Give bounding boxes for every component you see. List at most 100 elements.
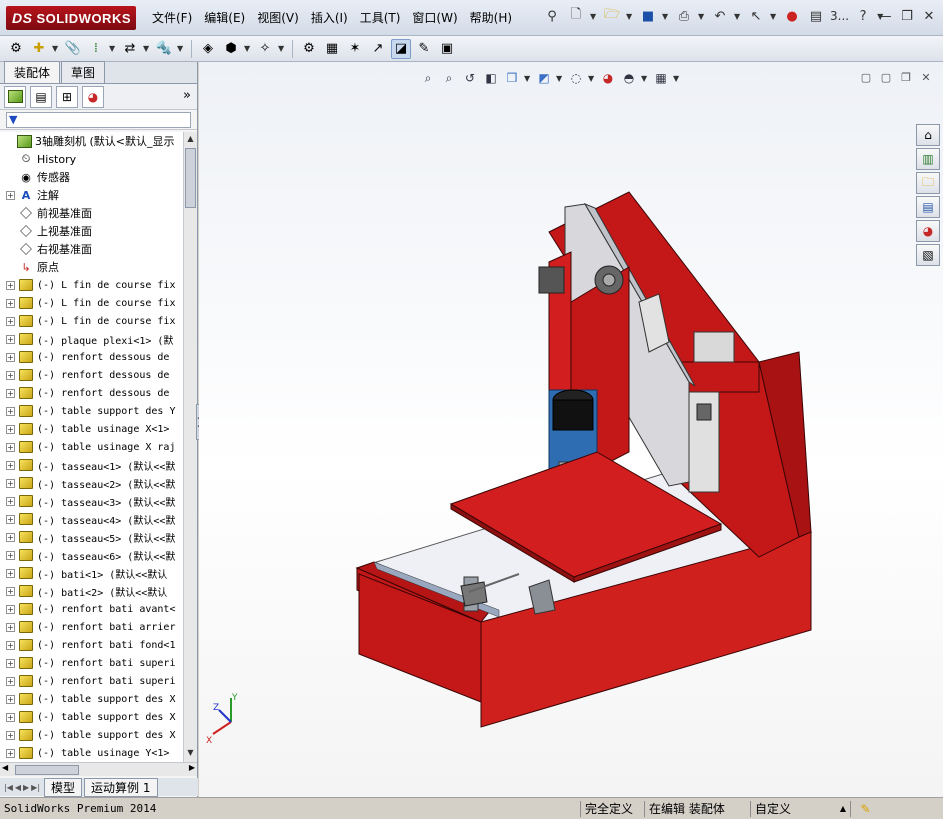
select-arrow-icon[interactable]: ↖: [746, 6, 766, 26]
assembly-features-icon[interactable]: ⬢: [221, 39, 241, 59]
fasteners-dropdown-icon[interactable]: ▼: [177, 44, 185, 53]
tree-item[interactable]: 右视基准面: [0, 240, 183, 258]
explode-line-sketch-icon[interactable]: ↗: [368, 39, 388, 59]
tree-item[interactable]: + (-) renfort bati avant<: [0, 600, 183, 618]
tree-item[interactable]: ⏲ History: [0, 150, 183, 168]
first-tab-icon[interactable]: |◀: [4, 783, 13, 792]
configuration-manager-icon[interactable]: ⊞: [56, 85, 78, 108]
menu-help[interactable]: 帮助(H): [464, 9, 518, 26]
scroll-up-icon[interactable]: ▲: [185, 134, 196, 146]
tree-item[interactable]: + (-) bati<1> (默认<<默认: [0, 564, 183, 582]
clearance-verification-icon[interactable]: ✎: [414, 39, 434, 59]
file-explorer-icon[interactable]: 🗀: [916, 172, 940, 194]
solidworks-logo[interactable]: DS SOLIDWORKS: [6, 6, 136, 30]
expand-toggle-icon[interactable]: +: [6, 190, 15, 200]
insert-components-icon[interactable]: ✚: [29, 39, 49, 59]
new-motion-study-icon[interactable]: ⚙: [299, 39, 319, 59]
undo-dropdown-icon[interactable]: ▼: [734, 12, 742, 21]
property-manager-icon[interactable]: ▤: [30, 85, 52, 108]
edit-component-icon[interactable]: ⚙: [6, 39, 26, 59]
features-dropdown-icon[interactable]: ▼: [244, 44, 252, 53]
menu-window[interactable]: 窗口(W): [406, 9, 463, 26]
bill-of-materials-icon[interactable]: ▦: [322, 39, 342, 59]
file-properties-icon[interactable]: ▤: [806, 6, 826, 26]
open-dropdown-icon[interactable]: ▼: [626, 12, 634, 21]
prev-tab-icon[interactable]: ◀: [15, 783, 21, 792]
expand-toggle-icon[interactable]: +: [6, 694, 15, 704]
tab-assembly[interactable]: 装配体: [4, 61, 61, 83]
expand-toggle-icon[interactable]: +: [6, 550, 15, 560]
tab-motion-study[interactable]: 运动算例 1: [84, 777, 158, 797]
tree-item[interactable]: + (-) tasseau<2> (默认<<默: [0, 474, 183, 492]
new-document-icon[interactable]: 🗋: [566, 6, 586, 26]
tab-model[interactable]: 模型: [44, 777, 83, 797]
mate-icon[interactable]: 📎: [63, 39, 83, 59]
menu-view[interactable]: 视图(V): [251, 9, 305, 26]
expand-toggle-icon[interactable]: +: [6, 712, 15, 722]
expand-toggle-icon[interactable]: +: [6, 298, 15, 308]
tree-item[interactable]: + (-) renfort dessous de: [0, 384, 183, 402]
display-manager-icon[interactable]: ◕: [82, 85, 104, 108]
tree-item[interactable]: + (-) renfort bati superi: [0, 672, 183, 690]
tree-horizontal-scrollbar[interactable]: ◀ ▶: [0, 762, 197, 776]
expand-toggle-icon[interactable]: +: [6, 406, 15, 416]
design-library-icon[interactable]: ▥: [916, 148, 940, 170]
save-icon[interactable]: ■: [638, 6, 658, 26]
tree-item[interactable]: + (-) table support des Y: [0, 402, 183, 420]
expand-toggle-icon[interactable]: +: [6, 424, 15, 434]
menu-file[interactable]: 文件(F): [146, 9, 198, 26]
tree-item[interactable]: ↳ 原点: [0, 258, 183, 276]
print-icon[interactable]: ⎙: [674, 6, 694, 26]
open-folder-icon[interactable]: 🗁: [602, 6, 622, 26]
save-dropdown-icon[interactable]: ▼: [662, 12, 670, 21]
expand-toggle-icon[interactable]: +: [6, 568, 15, 578]
tree-root[interactable]: 3轴雕刻机 (默认<默认_显示: [0, 132, 183, 150]
expand-toggle-icon[interactable]: +: [6, 622, 15, 632]
tree-item[interactable]: + (-) table usinage X raj: [0, 438, 183, 456]
menu-insert[interactable]: 插入(I): [305, 9, 354, 26]
scroll-thumb[interactable]: [185, 148, 196, 208]
menu-tools[interactable]: 工具(T): [354, 9, 407, 26]
new-dropdown-icon[interactable]: ▼: [590, 12, 598, 21]
graphics-area[interactable]: ⌕ ⌕ ↺ ◧ ❒ ▼ ◩ ▼ ◌ ▼ ◕ ◓ ▼ ▦ ▼ ▢ ▢ ❐ ✕ Y …: [199, 62, 943, 797]
expand-toggle-icon[interactable]: +: [6, 316, 15, 326]
scroll-down-icon[interactable]: ▼: [185, 748, 196, 760]
expand-toggle-icon[interactable]: +: [6, 280, 15, 290]
view-palette-icon[interactable]: ▤: [916, 196, 940, 218]
last-tab-icon[interactable]: ▶|: [31, 783, 40, 792]
reference-geometry-icon[interactable]: ✧: [255, 39, 275, 59]
expand-toggle-icon[interactable]: +: [6, 640, 15, 650]
tree-item[interactable]: + (-) renfort dessous de: [0, 348, 183, 366]
appearances-scenes-icon[interactable]: ◕: [916, 220, 940, 242]
tree-item[interactable]: + (-) table support des X: [0, 726, 183, 744]
tree-item[interactable]: + (-) tasseau<3> (默认<<默: [0, 492, 183, 510]
close-icon[interactable]: ✕: [921, 8, 937, 24]
tree-item[interactable]: + (-) tasseau<4> (默认<<默: [0, 510, 183, 528]
status-tag-icon[interactable]: ✎: [850, 800, 880, 817]
tab-sketch[interactable]: 草图: [61, 61, 106, 83]
interference-detection-icon[interactable]: ◪: [391, 38, 411, 59]
hscroll-thumb[interactable]: [15, 765, 79, 775]
units-dropdown-icon[interactable]: ▲: [840, 804, 846, 813]
move-dropdown-icon[interactable]: ▼: [143, 44, 151, 53]
smart-fasteners-icon[interactable]: 🔩: [154, 39, 174, 59]
expand-toggle-icon[interactable]: +: [6, 658, 15, 668]
restore-icon[interactable]: ❐: [899, 8, 915, 24]
move-component-icon[interactable]: ⇄: [120, 39, 140, 59]
expand-more-icon[interactable]: »: [183, 88, 191, 103]
rebuild-icon[interactable]: ●: [782, 6, 802, 26]
menu-edit[interactable]: 编辑(E): [198, 9, 251, 26]
expand-toggle-icon[interactable]: +: [6, 496, 15, 506]
tree-item[interactable]: + (-) L fin de course fix: [0, 312, 183, 330]
pattern-dropdown-icon[interactable]: ▼: [109, 44, 117, 53]
tree-vertical-scrollbar[interactable]: ▲ ▼: [183, 132, 197, 762]
expand-toggle-icon[interactable]: +: [6, 370, 15, 380]
expand-toggle-icon[interactable]: +: [6, 442, 15, 452]
tree-item[interactable]: + (-) tasseau<5> (默认<<默: [0, 528, 183, 546]
filter-input[interactable]: ▼: [6, 111, 191, 128]
pin-icon[interactable]: ⚲: [542, 6, 562, 26]
tree-item[interactable]: + (-) renfort bati arrier: [0, 618, 183, 636]
custom-properties-icon[interactable]: ▧: [916, 244, 940, 266]
tree-item[interactable]: + (-) table support des X: [0, 708, 183, 726]
tree-item[interactable]: 前视基准面: [0, 204, 183, 222]
